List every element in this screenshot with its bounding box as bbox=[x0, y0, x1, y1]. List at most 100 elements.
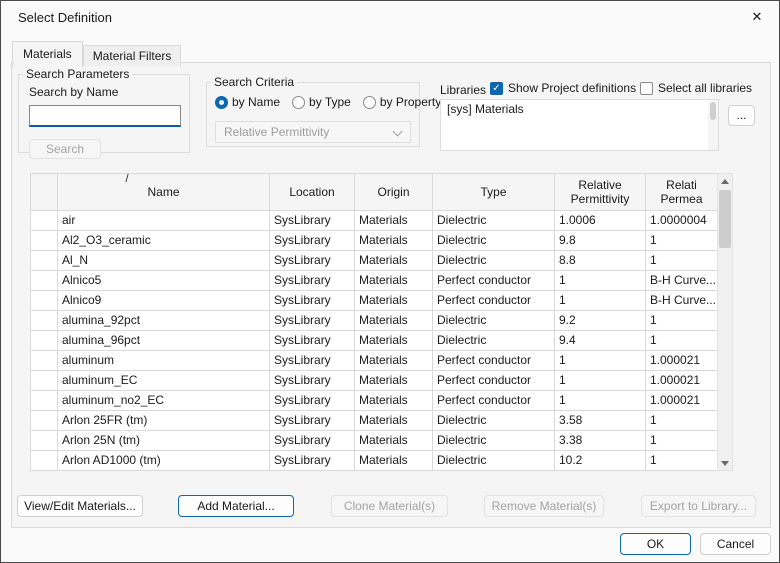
table-cell[interactable]: Arlon 25FR (tm) bbox=[57, 410, 270, 431]
library-list-item[interactable]: [sys] Materials bbox=[441, 100, 718, 118]
select-all-libraries-checkbox[interactable]: Select all libraries bbox=[640, 81, 752, 95]
row-selector[interactable] bbox=[30, 250, 58, 271]
listbox-scrollbar[interactable] bbox=[708, 100, 718, 150]
header-origin[interactable]: Origin bbox=[354, 173, 433, 211]
search-input[interactable] bbox=[29, 105, 181, 127]
table-cell[interactable]: Materials bbox=[354, 290, 433, 311]
table-cell[interactable]: 1 bbox=[645, 250, 717, 271]
row-selector[interactable] bbox=[30, 430, 58, 451]
table-cell[interactable]: Dielectric bbox=[432, 250, 555, 271]
row-selector[interactable] bbox=[30, 290, 58, 311]
table-cell[interactable]: 9.4 bbox=[554, 330, 646, 351]
row-selector[interactable] bbox=[30, 230, 58, 251]
table-cell[interactable]: 1.0000004 bbox=[645, 210, 717, 231]
table-cell[interactable]: Materials bbox=[354, 350, 433, 371]
table-cell[interactable]: Alnico9 bbox=[57, 290, 270, 311]
table-cell[interactable]: SysLibrary bbox=[269, 330, 355, 351]
table-cell[interactable]: alumina_92pct bbox=[57, 310, 270, 331]
table-row[interactable]: Al_N SysLibrary Materials Dielectric 8.8 1 bbox=[30, 250, 717, 271]
table-vertical-scrollbar[interactable] bbox=[717, 173, 733, 471]
table-row[interactable]: Alnico9 SysLibrary Materials Perfect conduc… bbox=[30, 290, 717, 311]
tab-material-filters[interactable]: Material Filters bbox=[82, 45, 182, 66]
table-cell[interactable]: Arlon AD1000 (tm) bbox=[57, 450, 270, 471]
radio-by-property[interactable]: by Property bbox=[362, 95, 441, 109]
table-cell[interactable]: SysLibrary bbox=[269, 350, 355, 371]
tab-materials[interactable]: Materials bbox=[12, 41, 83, 67]
add-material-button[interactable]: Add Material... bbox=[178, 495, 294, 517]
cancel-button[interactable]: Cancel bbox=[700, 533, 771, 555]
scroll-up-icon[interactable] bbox=[718, 174, 732, 188]
table-cell[interactable]: SysLibrary bbox=[269, 230, 355, 251]
table-row[interactable]: alumina_96pct SysLibrary Materials Dielectr… bbox=[30, 330, 717, 351]
table-row[interactable]: Alnico5 SysLibrary Materials Perfect conduc… bbox=[30, 270, 717, 291]
table-cell[interactable]: 1 bbox=[645, 310, 717, 331]
table-cell[interactable]: 3.38 bbox=[554, 430, 646, 451]
table-cell[interactable]: Perfect conductor bbox=[432, 290, 555, 311]
table-cell[interactable]: 1.000021 bbox=[645, 390, 717, 411]
libraries-listbox[interactable]: [sys] Materials bbox=[440, 99, 719, 151]
table-cell[interactable]: Materials bbox=[354, 430, 433, 451]
table-cell[interactable]: 1 bbox=[645, 330, 717, 351]
table-cell[interactable]: Materials bbox=[354, 230, 433, 251]
table-cell[interactable]: Dielectric bbox=[432, 230, 555, 251]
table-cell[interactable]: Perfect conductor bbox=[432, 270, 555, 291]
table-cell[interactable]: Dielectric bbox=[432, 430, 555, 451]
table-cell[interactable]: 1 bbox=[554, 270, 646, 291]
clone-material-button[interactable]: Clone Material(s) bbox=[331, 495, 448, 517]
table-row[interactable]: air SysLibrary Materials Dielectric 1.0006 1.… bbox=[30, 210, 717, 231]
table-row[interactable]: aluminum SysLibrary Materials Perfect condu… bbox=[30, 350, 717, 371]
remove-material-button[interactable]: Remove Material(s) bbox=[484, 495, 604, 517]
row-selector[interactable] bbox=[30, 330, 58, 351]
table-cell[interactable]: SysLibrary bbox=[269, 410, 355, 431]
browse-libraries-button[interactable]: ... bbox=[728, 105, 755, 126]
scrollbar-thumb[interactable] bbox=[719, 190, 731, 248]
export-to-library-button[interactable]: Export to Library... bbox=[641, 495, 756, 517]
header-name[interactable]: / Name bbox=[57, 173, 270, 211]
table-cell[interactable]: 9.8 bbox=[554, 230, 646, 251]
table-cell[interactable]: 1.000021 bbox=[645, 350, 717, 371]
radio-by-name[interactable]: by Name bbox=[215, 95, 280, 109]
table-cell[interactable]: 1 bbox=[645, 230, 717, 251]
header-type[interactable]: Type bbox=[432, 173, 555, 211]
row-selector[interactable] bbox=[30, 270, 58, 291]
table-cell[interactable]: SysLibrary bbox=[269, 290, 355, 311]
table-cell[interactable]: 9.2 bbox=[554, 310, 646, 331]
table-row[interactable]: alumina_92pct SysLibrary Materials Dielectr… bbox=[30, 310, 717, 331]
table-cell[interactable]: B-H Curve... bbox=[645, 270, 717, 291]
table-cell[interactable]: 1.000021 bbox=[645, 370, 717, 391]
table-cell[interactable]: 8.8 bbox=[554, 250, 646, 271]
row-selector[interactable] bbox=[30, 310, 58, 331]
table-row[interactable]: Arlon 25FR (tm) SysLibrary Materials Dielec… bbox=[30, 410, 717, 431]
row-selector[interactable] bbox=[30, 370, 58, 391]
search-button[interactable]: Search bbox=[29, 139, 101, 159]
row-selector[interactable] bbox=[30, 210, 58, 231]
table-cell[interactable]: Materials bbox=[354, 330, 433, 351]
scroll-down-icon[interactable] bbox=[718, 456, 732, 470]
table-cell[interactable]: 1.0006 bbox=[554, 210, 646, 231]
row-selector[interactable] bbox=[30, 390, 58, 411]
radio-by-type[interactable]: by Type bbox=[292, 95, 351, 109]
table-cell[interactable]: Perfect conductor bbox=[432, 390, 555, 411]
table-cell[interactable]: air bbox=[57, 210, 270, 231]
table-row[interactable]: Al2_O3_ceramic SysLibrary Materials Dielect… bbox=[30, 230, 717, 251]
table-cell[interactable]: Materials bbox=[354, 450, 433, 471]
table-cell[interactable]: SysLibrary bbox=[269, 310, 355, 331]
table-row[interactable]: Arlon 25N (tm) SysLibrary Materials Dielect… bbox=[30, 430, 717, 451]
table-cell[interactable]: Al_N bbox=[57, 250, 270, 271]
table-cell[interactable]: aluminum_no2_EC bbox=[57, 390, 270, 411]
header-relative-permeability[interactable]: Relati Permea bbox=[645, 173, 717, 211]
table-cell[interactable]: SysLibrary bbox=[269, 430, 355, 451]
table-cell[interactable]: 3.58 bbox=[554, 410, 646, 431]
table-cell[interactable]: Materials bbox=[354, 410, 433, 431]
table-cell[interactable]: Dielectric bbox=[432, 310, 555, 331]
table-cell[interactable]: Arlon 25N (tm) bbox=[57, 430, 270, 451]
close-icon[interactable]: ✕ bbox=[735, 1, 779, 33]
table-cell[interactable]: aluminum bbox=[57, 350, 270, 371]
table-cell[interactable]: 1 bbox=[554, 350, 646, 371]
table-cell[interactable]: Dielectric bbox=[432, 410, 555, 431]
table-cell[interactable]: aluminum_EC bbox=[57, 370, 270, 391]
table-cell[interactable]: B-H Curve... bbox=[645, 290, 717, 311]
table-cell[interactable]: Materials bbox=[354, 370, 433, 391]
table-row[interactable]: Arlon AD1000 (tm) SysLibrary Materials Diel… bbox=[30, 450, 717, 471]
table-cell[interactable]: 1 bbox=[645, 410, 717, 431]
